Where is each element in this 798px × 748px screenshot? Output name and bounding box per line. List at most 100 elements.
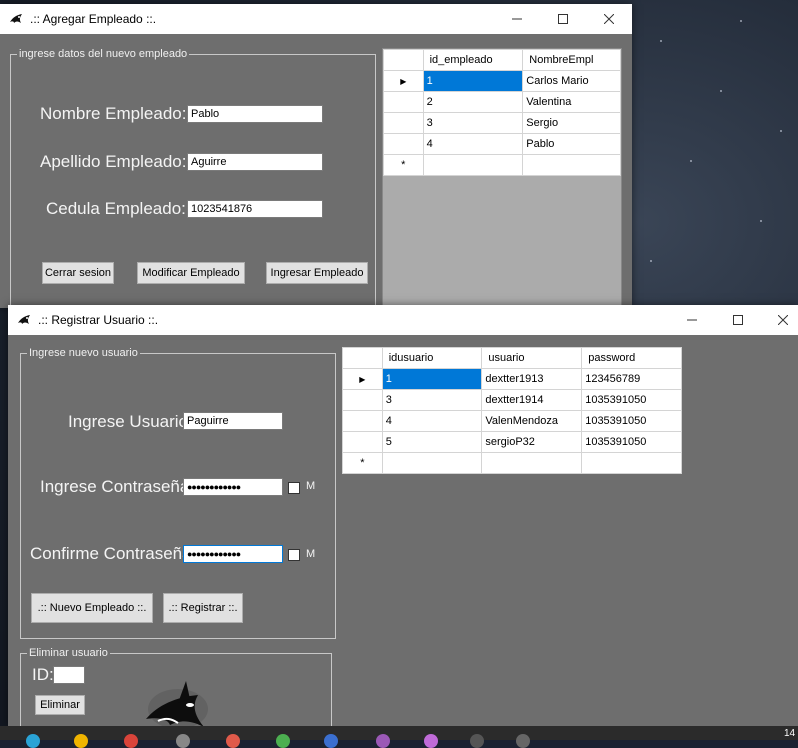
window-client-area: Ingrese nuevo usuario Ingrese Usuario Pa… [8, 335, 798, 726]
table-cell[interactable] [522, 154, 621, 176]
maximize-icon [558, 14, 568, 24]
window-titlebar[interactable]: .:: Registrar Usuario ::. [8, 305, 798, 335]
taskbar-app-icon[interactable] [176, 734, 190, 748]
agregar-empleado-window: .:: Agregar Empleado ::. ingrese datos d… [0, 4, 632, 308]
cerrar-sesion-button[interactable]: Cerrar sesion [42, 262, 114, 284]
table-cell[interactable] [581, 452, 682, 474]
table-cell[interactable]: Pablo [522, 133, 621, 155]
current-row-indicator: ▶ [383, 70, 424, 92]
column-header-password[interactable]: password [581, 347, 682, 369]
minimize-button[interactable] [494, 4, 540, 34]
table-cell[interactable]: 1035391050 [581, 410, 682, 432]
row-header [383, 91, 424, 113]
row-header [342, 389, 383, 411]
taskbar-app-icon[interactable] [276, 734, 290, 748]
orca-app-icon [18, 315, 30, 324]
cedula-input[interactable]: 1023541876 [187, 200, 323, 218]
eliminar-button[interactable]: Eliminar [35, 695, 85, 715]
close-button[interactable] [760, 305, 798, 335]
table-cell[interactable]: Sergio [522, 112, 621, 134]
window-title: .:: Agregar Empleado ::. [30, 12, 157, 26]
nombre-input[interactable]: Pablo [187, 105, 323, 123]
column-header-id-empleado[interactable]: id_empleado [422, 49, 524, 71]
contrasena-input[interactable]: ●●●●●●●●●●●● [183, 478, 283, 496]
column-header-usuario[interactable]: usuario [481, 347, 583, 369]
row-header [383, 112, 424, 134]
confirmar-contrasena-input[interactable]: ●●●●●●●●●●●● [183, 545, 283, 563]
window-title: .:: Registrar Usuario ::. [38, 313, 159, 327]
nuevo-empleado-button[interactable]: .:: Nuevo Empleado ::. [31, 593, 153, 623]
table-cell[interactable]: 123456789 [581, 368, 682, 390]
taskbar-app-icon[interactable] [424, 734, 438, 748]
registrar-button[interactable]: .:: Registrar ::. [163, 593, 243, 623]
table-cell[interactable]: Valentina [522, 91, 621, 113]
table-cell[interactable]: 4 [381, 410, 483, 432]
row-header [342, 431, 383, 453]
table-cell[interactable]: dextter1913 [481, 368, 583, 390]
group-title: Ingrese nuevo usuario [29, 347, 138, 359]
table-cell[interactable]: sergioP32 [481, 431, 583, 453]
table-row[interactable]: ▶ 1 Carlos Mario [383, 70, 621, 92]
table-cell[interactable]: 1035391050 [581, 389, 682, 411]
apellido-input[interactable]: Aguirre [187, 153, 323, 171]
ingresar-empleado-button[interactable]: Ingresar Empleado [266, 262, 368, 284]
table-cell[interactable]: 5 [381, 431, 483, 453]
taskbar-app-icon[interactable] [376, 734, 390, 748]
row-header [342, 410, 383, 432]
usuario-input[interactable]: Paguirre [183, 412, 283, 430]
column-header-idusuario[interactable]: idusuario [381, 347, 483, 369]
show-password-label: M [306, 480, 316, 492]
table-cell[interactable] [481, 452, 583, 474]
close-button[interactable] [586, 4, 632, 34]
new-row[interactable]: * [342, 452, 682, 474]
table-row[interactable]: 4 Pablo [383, 133, 621, 155]
empleados-table: id_empleado NombreEmpl ▶ 1 Carlos Mario … [383, 49, 621, 176]
modificar-empleado-button[interactable]: Modificar Empleado [137, 262, 245, 284]
maximize-button[interactable] [540, 4, 586, 34]
empleados-grid[interactable]: id_empleado NombreEmpl ▶ 1 Carlos Mario … [382, 48, 622, 306]
maximize-button[interactable] [715, 305, 761, 335]
id-input[interactable] [53, 666, 85, 684]
table-row[interactable]: ▶ 1 dextter1913 123456789 [342, 368, 682, 390]
row-header-corner [383, 49, 424, 71]
table-row[interactable]: 3 Sergio [383, 112, 621, 134]
table-cell[interactable]: ValenMendoza [481, 410, 583, 432]
window-client-area: ingrese datos del nuevo empleado Nombre … [0, 34, 632, 308]
table-row[interactable]: 4 ValenMendoza 1035391050 [342, 410, 682, 432]
group-title: ingrese datos del nuevo empleado [19, 48, 188, 60]
show-password-checkbox[interactable] [288, 482, 300, 494]
table-row[interactable]: 2 Valentina [383, 91, 621, 113]
table-cell[interactable]: 3 [381, 389, 483, 411]
minimize-button[interactable] [669, 305, 715, 335]
taskbar-app-icon[interactable] [516, 734, 530, 748]
usuarios-grid[interactable]: idusuario usuario password ▶ 1 dextter19… [342, 347, 682, 477]
taskbar-app-icon[interactable] [26, 734, 40, 748]
table-cell[interactable]: 1 [381, 368, 483, 390]
table-row[interactable]: 5 sergioP32 1035391050 [342, 431, 682, 453]
confirmar-contrasena-label: Confirme Contraseña [30, 544, 192, 563]
show-confirm-checkbox[interactable] [288, 549, 300, 561]
taskbar-app-icon[interactable] [124, 734, 138, 748]
table-row[interactable]: 3 dextter1914 1035391050 [342, 389, 682, 411]
column-header-nombre-empl[interactable]: NombreEmpl [522, 49, 621, 71]
table-cell[interactable]: 3 [422, 112, 524, 134]
minimize-icon [512, 18, 522, 20]
id-label: ID: [32, 665, 54, 684]
table-cell[interactable]: Carlos Mario [522, 70, 621, 92]
table-cell[interactable]: 4 [422, 133, 524, 155]
taskbar-app-icon[interactable] [74, 734, 88, 748]
table-cell[interactable]: 2 [422, 91, 524, 113]
table-cell[interactable]: 1035391050 [581, 431, 682, 453]
taskbar-app-icon[interactable] [324, 734, 338, 748]
orca-app-icon [10, 14, 22, 23]
table-cell[interactable]: 1 [422, 70, 524, 92]
close-icon [778, 315, 788, 325]
table-cell[interactable]: dextter1914 [481, 389, 583, 411]
table-cell[interactable] [381, 452, 483, 474]
taskbar-app-icon[interactable] [470, 734, 484, 748]
window-titlebar[interactable]: .:: Agregar Empleado ::. [0, 4, 632, 34]
taskbar-app-icon[interactable] [226, 734, 240, 748]
usuario-label: Ingrese Usuario [68, 412, 189, 431]
new-row[interactable]: * [383, 154, 621, 176]
table-cell[interactable] [422, 154, 524, 176]
